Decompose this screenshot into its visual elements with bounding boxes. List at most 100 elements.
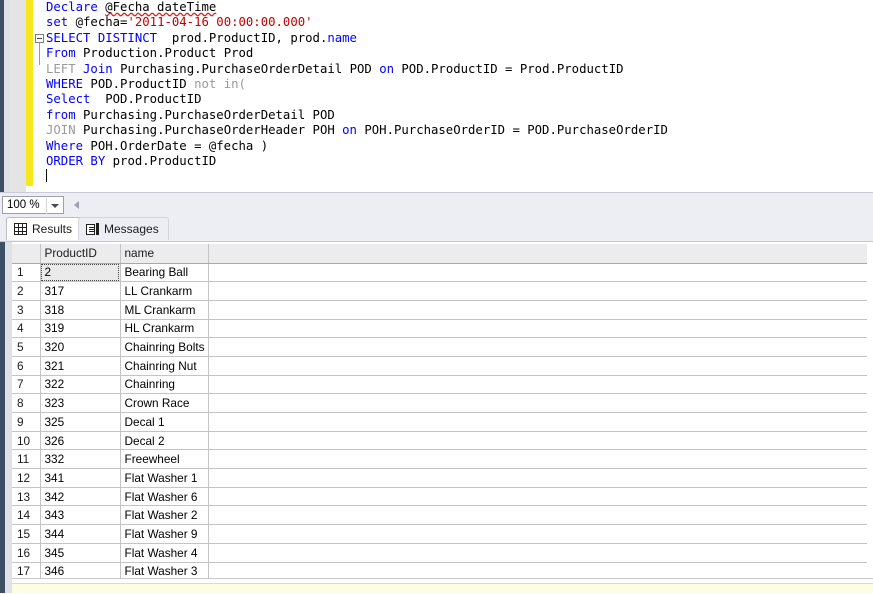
cell-productid[interactable]: 326 (40, 431, 121, 451)
column-header-name[interactable]: name (120, 244, 209, 264)
cell-name[interactable]: Flat Washer 1 (120, 468, 209, 488)
cell-productid[interactable]: 317 (40, 281, 121, 301)
tab-results[interactable]: Results (6, 217, 83, 240)
table-row[interactable]: 15 344 Flat Washer 9 (12, 524, 867, 544)
code-line: set @fecha='2011-04-16 00:00:00.000' (46, 15, 873, 30)
results-table[interactable]: ProductID name 1 2 Bearing Ball 2 317 LL Cran… (12, 244, 867, 582)
cell-productid[interactable]: 332 (40, 449, 121, 470)
code-token: POH.OrderDate = @fecha ) (90, 138, 269, 153)
column-header-rownum[interactable] (12, 244, 41, 264)
row-number-cell[interactable]: 15 (12, 524, 41, 544)
zoom-dropdown-separator (46, 198, 47, 214)
cell-filler (208, 356, 867, 376)
row-number-cell[interactable]: 1 (12, 263, 41, 283)
editor-fold-column[interactable] (33, 0, 46, 192)
cell-name[interactable]: Chainring Bolts (120, 337, 209, 357)
cell-name[interactable]: ML Crankarm (120, 300, 209, 320)
cell-productid[interactable]: 325 (40, 412, 121, 432)
chevron-down-icon (51, 204, 59, 208)
table-row[interactable]: 3 318 ML Crankarm (12, 300, 867, 320)
cell-productid[interactable]: 319 (40, 319, 121, 339)
cell-name[interactable]: Crown Race (120, 393, 209, 413)
code-token: Where (46, 138, 91, 153)
code-token: LEFT (46, 61, 84, 76)
table-row[interactable]: 12 341 Flat Washer 1 (12, 468, 867, 488)
row-number-cell[interactable]: 13 (12, 487, 41, 507)
row-number-cell[interactable]: 2 (12, 281, 41, 301)
cell-name[interactable]: HL Crankarm (120, 319, 209, 339)
cell-productid[interactable]: 343 (40, 505, 121, 526)
row-number-cell[interactable]: 11 (12, 449, 41, 470)
row-number-cell[interactable]: 16 (12, 543, 41, 563)
table-row[interactable]: 2 317 LL Crankarm (12, 281, 867, 301)
table-row[interactable]: 14 343 Flat Washer 2 (12, 505, 867, 526)
row-number-cell[interactable]: 6 (12, 356, 41, 376)
table-row[interactable]: 4 319 HL Crankarm (12, 319, 867, 339)
table-row[interactable]: 7 322 Chainring (12, 375, 867, 395)
cell-productid[interactable]: 323 (40, 393, 121, 413)
collapse-toggle-icon[interactable] (35, 33, 44, 43)
table-row[interactable]: 9 325 Decal 1 (12, 412, 867, 432)
cell-name[interactable]: LL Crankarm (120, 281, 209, 301)
cell-productid[interactable]: 2 (40, 263, 121, 283)
cell-name[interactable]: Flat Washer 6 (120, 487, 209, 507)
results-grid-container[interactable]: ProductID name 1 2 Bearing Ball 2 317 LL Cran… (0, 241, 873, 582)
cell-name[interactable]: Chainring Nut (120, 356, 209, 376)
row-number-cell[interactable]: 9 (12, 412, 41, 432)
editor-gutter[interactable] (10, 0, 26, 192)
row-number-cell[interactable]: 4 (12, 319, 41, 339)
table-row[interactable]: 13 342 Flat Washer 6 (12, 487, 867, 507)
cell-name[interactable]: Freewheel (120, 449, 209, 470)
row-number-cell[interactable]: 7 (12, 375, 41, 395)
cell-name[interactable]: Flat Washer 4 (120, 543, 209, 563)
cell-productid[interactable]: 345 (40, 543, 121, 563)
table-row[interactable]: 16 345 Flat Washer 4 (12, 543, 867, 563)
cell-name[interactable]: Decal 2 (120, 431, 209, 451)
message-icon (86, 222, 99, 236)
row-number-cell[interactable]: 10 (12, 431, 41, 451)
cell-productid[interactable]: 321 (40, 356, 121, 376)
cell-name[interactable]: Decal 1 (120, 412, 209, 432)
table-row[interactable]: 8 323 Crown Race (12, 393, 867, 413)
column-header-productid[interactable]: ProductID (40, 244, 121, 264)
code-token: Select (46, 92, 98, 107)
cell-name[interactable]: Chainring (120, 375, 209, 395)
code-line: WHERE POD.ProductID not in( (46, 77, 873, 92)
code-token: Production.Product Prod (83, 46, 254, 61)
table-row[interactable]: 1 2 Bearing Ball (12, 263, 867, 283)
table-row[interactable]: 5 320 Chainring Bolts (12, 337, 867, 357)
cell-productid[interactable]: 318 (40, 300, 121, 320)
sql-code-text[interactable]: Declare @Fecha dateTime set @fecha='2011-… (46, 0, 873, 192)
code-token: Declare (46, 0, 106, 14)
code-token: POD.ProductID (97, 92, 202, 107)
code-token: WHERE (46, 76, 91, 91)
cell-filler (208, 319, 867, 339)
zoom-level-dropdown[interactable]: 100 % (2, 196, 64, 214)
row-number-cell[interactable]: 3 (12, 300, 41, 320)
table-row[interactable]: 10 326 Decal 2 (12, 431, 867, 451)
cell-name[interactable]: Flat Washer 9 (120, 524, 209, 544)
row-number-cell[interactable]: 14 (12, 505, 41, 526)
cell-productid[interactable]: 320 (40, 337, 121, 357)
tab-messages[interactable]: Messages (78, 217, 169, 240)
horizontal-scroll-rail[interactable] (88, 195, 873, 215)
editor-left-edge-strip (0, 0, 10, 192)
table-row[interactable]: 11 332 Freewheel (12, 449, 867, 470)
cell-productid[interactable]: 344 (40, 524, 121, 544)
cell-productid[interactable]: 322 (40, 375, 121, 395)
row-number-cell[interactable]: 12 (12, 468, 41, 488)
scroll-left-button[interactable] (70, 197, 86, 213)
cell-name[interactable]: Bearing Ball (120, 263, 209, 283)
cell-name[interactable]: Flat Washer 2 (120, 505, 209, 526)
code-token: From (46, 46, 84, 61)
row-number-cell[interactable]: 8 (12, 393, 41, 413)
code-token: Purchasing.PurchaseOrderDetail POD (83, 107, 335, 122)
cell-productid[interactable]: 342 (40, 487, 121, 507)
sql-editor-pane[interactable]: Declare @Fecha dateTime set @fecha='2011-… (0, 0, 873, 192)
table-row[interactable]: 6 321 Chainring Nut (12, 356, 867, 376)
grid-icon (14, 223, 27, 235)
code-token: ORDER BY (46, 153, 113, 168)
fold-region-line (39, 42, 40, 66)
cell-productid[interactable]: 341 (40, 468, 121, 488)
row-number-cell[interactable]: 5 (12, 337, 41, 357)
